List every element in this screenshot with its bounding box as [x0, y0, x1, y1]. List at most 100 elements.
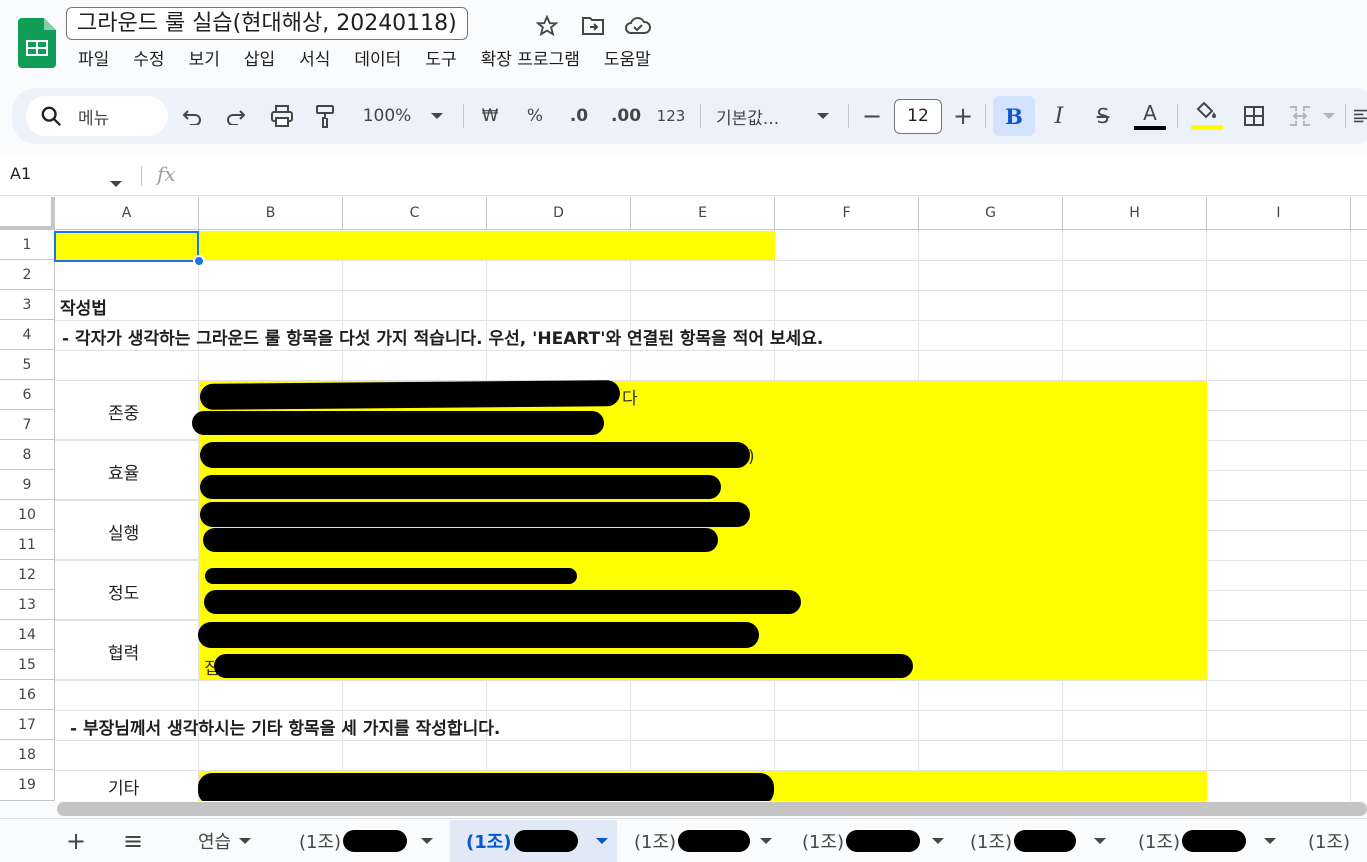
sheet-tab-practice[interactable]: 연습 [184, 820, 280, 862]
font-family-select[interactable]: 기본값... [716, 100, 802, 132]
category-efficiency[interactable]: 효율 [108, 459, 139, 484]
move-to-folder-icon[interactable] [579, 12, 607, 40]
row-header-15[interactable]: 15 [0, 650, 55, 680]
zoom-select[interactable]: 100% [354, 100, 420, 132]
paint-format-icon[interactable] [311, 100, 339, 132]
row-header-14[interactable]: 14 [0, 620, 55, 650]
row-header-12[interactable]: 12 [0, 560, 55, 590]
star-icon[interactable] [533, 12, 561, 40]
row-header-13[interactable]: 13 [0, 590, 55, 620]
merge-dropdown-chevron-icon[interactable] [1320, 100, 1338, 132]
sheet-tab-group1[interactable]: (1조) [792, 820, 952, 862]
row-header-18[interactable]: 18 [0, 740, 55, 770]
row-header-10[interactable]: 10 [0, 500, 55, 530]
decrease-decimal-button[interactable]: .0 [563, 100, 595, 132]
row-header-3[interactable]: 3 [0, 290, 55, 320]
font-size-increase-icon[interactable]: + [951, 100, 975, 132]
row-header-9[interactable]: 9 [0, 470, 55, 500]
cell-a17-instruction[interactable]: - 부장님께서 생각하시는 기타 항목을 세 가지를 작성합니다. [70, 714, 500, 739]
text-color-button[interactable]: A [1133, 100, 1167, 132]
category-respect[interactable]: 존중 [108, 399, 139, 424]
column-header-partial [1351, 197, 1367, 230]
chevron-down-icon [760, 838, 773, 844]
align-icon[interactable] [1354, 100, 1367, 132]
menu-search[interactable]: 메뉴 [26, 96, 168, 136]
google-sheets-logo-icon[interactable] [18, 18, 56, 68]
category-etc[interactable]: 기타 [108, 774, 139, 799]
row-header-4[interactable]: 4 [0, 320, 55, 350]
row-header-6[interactable]: 6 [0, 380, 55, 410]
row-header-7[interactable]: 7 [0, 410, 55, 440]
font-size-input[interactable]: 12 [894, 99, 942, 134]
bold-button[interactable]: B [993, 96, 1035, 136]
row-header-8[interactable]: 8 [0, 440, 55, 470]
sheet-tab-group1[interactable]: (1조) [287, 820, 449, 862]
borders-icon[interactable] [1240, 100, 1268, 132]
column-header-f[interactable]: F [775, 197, 919, 230]
cloud-status-icon[interactable] [624, 12, 652, 40]
row-header-2[interactable]: 2 [0, 260, 55, 290]
row-header-17[interactable]: 17 [0, 710, 55, 740]
font-dropdown-chevron-icon[interactable] [812, 100, 834, 132]
category-cooperation[interactable]: 협력 [108, 639, 139, 664]
cell-selection-a1[interactable] [54, 231, 199, 262]
merge-cells-icon[interactable] [1286, 100, 1314, 132]
column-header-a[interactable]: A [55, 197, 199, 230]
italic-button[interactable]: I [1045, 100, 1073, 132]
row-header-5[interactable]: 5 [0, 350, 55, 380]
redaction-mark [678, 830, 751, 852]
row-header-1[interactable]: 1 [0, 230, 55, 260]
column-header-c[interactable]: C [343, 197, 487, 230]
add-sheet-button[interactable]: + [64, 820, 88, 862]
sheet-tab-group1[interactable]: (1조) [1128, 820, 1290, 862]
name-box-chevron-icon[interactable] [110, 172, 122, 191]
name-box[interactable]: A1 [10, 164, 31, 183]
document-title[interactable]: 그라운드 룰 실습(현대해상, 20240118) [66, 7, 468, 40]
menu-data[interactable]: 데이터 [342, 46, 413, 74]
formula-input[interactable] [190, 160, 1360, 192]
row-header-11[interactable]: 11 [0, 530, 55, 560]
toolbar-divider [700, 104, 701, 128]
fill-color-button[interactable] [1189, 100, 1225, 132]
column-header-h[interactable]: H [1063, 197, 1207, 230]
menu-help[interactable]: 도움말 [592, 46, 663, 74]
sheet-tab-group1[interactable]: (1조) [960, 820, 1120, 862]
menu-insert[interactable]: 삽입 [232, 46, 287, 74]
increase-decimal-button[interactable]: .00 [608, 100, 644, 132]
column-header-g[interactable]: G [919, 197, 1063, 230]
all-sheets-menu-icon[interactable]: ≡ [118, 820, 148, 862]
horizontal-scrollbar[interactable] [57, 802, 1367, 816]
number-format-button[interactable]: 123 [654, 100, 688, 132]
menu-format[interactable]: 서식 [287, 46, 342, 74]
category-execution[interactable]: 실행 [108, 519, 139, 544]
percent-format-button[interactable]: % [521, 100, 549, 132]
menu-file[interactable]: 파일 [66, 46, 121, 74]
zoom-dropdown-chevron-icon[interactable] [426, 100, 448, 132]
currency-format-button[interactable]: ₩ [476, 100, 504, 132]
sheet-tab-group1[interactable]: (1조) [624, 820, 786, 862]
menu-edit[interactable]: 수정 [121, 46, 176, 74]
column-header-d[interactable]: D [487, 197, 631, 230]
menu-view[interactable]: 보기 [177, 46, 232, 74]
column-header-b[interactable]: B [199, 197, 343, 230]
print-icon[interactable] [267, 100, 297, 132]
menu-tools[interactable]: 도구 [413, 46, 468, 74]
row-header-19[interactable]: 19 [0, 770, 55, 801]
sheet-tab-group1-active[interactable]: (1조) [450, 820, 617, 862]
fill-handle[interactable] [193, 255, 205, 267]
menu-extensions[interactable]: 확장 프로그램 [469, 46, 592, 74]
redaction-mark [200, 502, 750, 527]
column-header-e[interactable]: E [631, 197, 775, 230]
sheet-tab-group1[interactable]: (1조) [1298, 820, 1367, 862]
redaction-mark [200, 442, 750, 468]
font-size-decrease-icon[interactable]: − [860, 100, 884, 132]
undo-icon[interactable] [178, 100, 206, 132]
row-header-16[interactable]: 16 [0, 680, 55, 710]
column-header-i[interactable]: I [1207, 197, 1351, 230]
cell-a4-instruction[interactable]: - 각자가 생각하는 그라운드 룰 항목을 다섯 가지 적습니다. 우선, 'H… [62, 324, 823, 349]
redo-icon[interactable] [222, 100, 250, 132]
strikethrough-button[interactable]: S [1089, 100, 1117, 132]
cell-a3-heading[interactable]: 작성법 [60, 294, 107, 319]
select-all-corner[interactable] [0, 197, 55, 230]
category-integrity[interactable]: 정도 [108, 579, 139, 604]
